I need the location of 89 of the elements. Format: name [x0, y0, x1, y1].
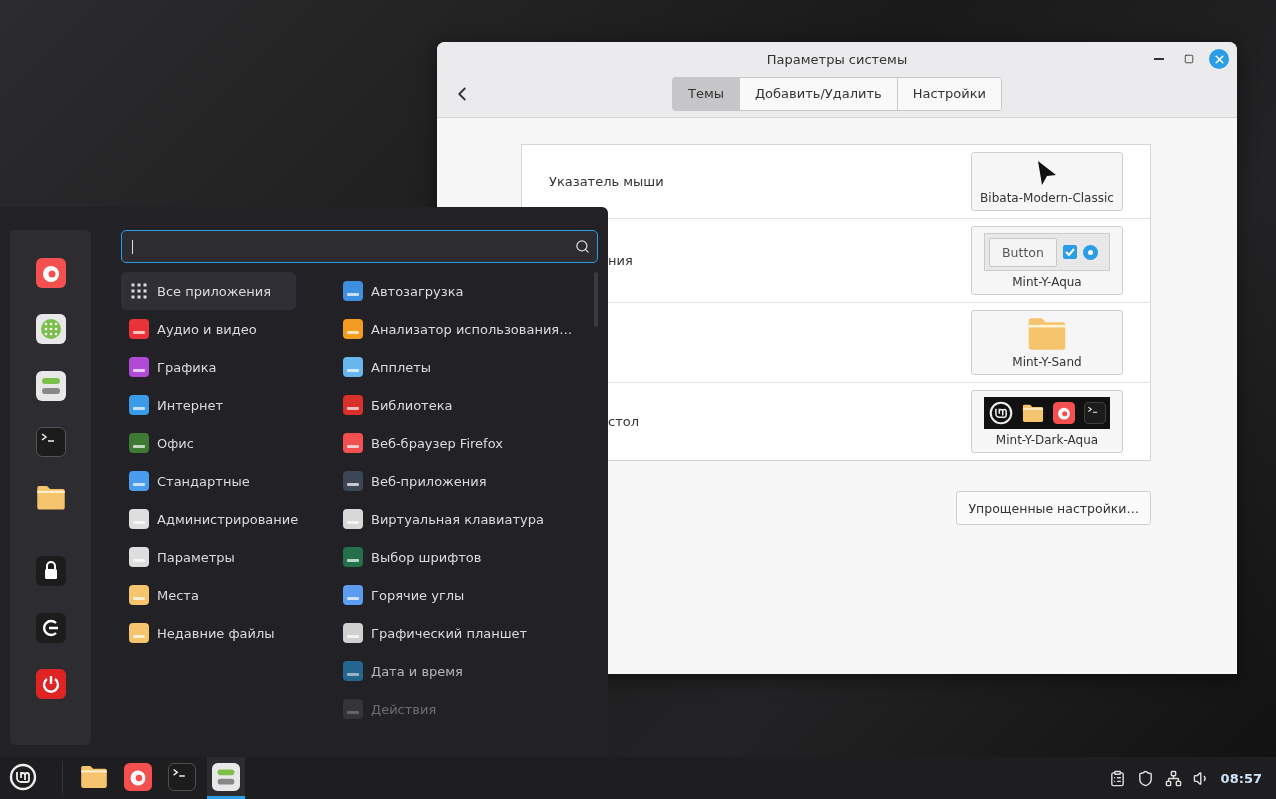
app-icon: [343, 699, 363, 719]
tab[interactable]: Добавить/Удалить: [738, 77, 897, 110]
logo-icon: [988, 401, 1013, 425]
window-title: Параметры системы: [766, 51, 908, 67]
logout-icon: [35, 612, 66, 643]
app-icon: [343, 433, 363, 453]
app-item[interactable]: Выбор шрифтов: [335, 538, 585, 576]
grid-dots-icon: [129, 281, 149, 301]
app-item[interactable]: Апплеты: [335, 348, 585, 386]
category-item[interactable]: Интернет: [121, 386, 296, 424]
taskbar-app[interactable]: [207, 757, 245, 799]
app-icon: [129, 357, 149, 377]
tab[interactable]: Настройки: [896, 77, 1002, 110]
theme-preview-button[interactable]: Button Mint-Y-Aqua: [971, 226, 1123, 295]
theme-preview-button[interactable]: Mint-Y-Sand: [971, 310, 1123, 375]
toggles-icon: [212, 762, 240, 791]
row-label: Указатель мыши: [548, 174, 664, 189]
folder-icon: [1027, 317, 1067, 351]
app-icon: [129, 433, 149, 453]
search-field[interactable]: [121, 230, 598, 263]
simple-settings-button[interactable]: Упрощенные настройки…: [956, 491, 1151, 525]
app-item[interactable]: Горячие углы: [335, 576, 585, 614]
app-grid-icon: [35, 314, 66, 345]
lock-icon: [35, 556, 66, 587]
row-label: ния: [607, 253, 633, 268]
app-icon: [343, 661, 363, 681]
app-icon: [343, 281, 363, 301]
app-item[interactable]: Анализатор использования…: [335, 310, 585, 348]
app-icon: [129, 547, 149, 567]
folder-icon: [1021, 403, 1044, 423]
clipboard-icon: [1108, 769, 1126, 787]
category-item[interactable]: Графика: [121, 348, 296, 386]
theme-name: Mint-Y-Sand: [1012, 355, 1082, 369]
terminal-icon: [1083, 402, 1106, 424]
app-icon: [129, 623, 149, 643]
app-icon: [343, 547, 363, 567]
app-icon: [343, 357, 363, 377]
theme-preview-button[interactable]: Bibata-Modern-Classic: [971, 152, 1123, 211]
cursor-icon: [1036, 159, 1058, 187]
power-icon: [35, 668, 66, 699]
folder-icon: [80, 764, 108, 789]
app-item[interactable]: Веб-приложения: [335, 462, 585, 500]
category-item[interactable]: Администрирование: [121, 500, 296, 538]
tab[interactable]: Темы: [672, 77, 739, 110]
theme-preview-button[interactable]: Mint-Y-Dark-Aqua: [971, 390, 1123, 453]
category-item[interactable]: Все приложения: [121, 272, 296, 310]
close-button[interactable]: [1209, 49, 1229, 69]
sample-button: Button: [989, 237, 1057, 267]
shield-icon: [1136, 769, 1154, 787]
app-item[interactable]: Виртуальная клавиатура: [335, 500, 585, 538]
app-icon: [129, 471, 149, 491]
app-icon: [343, 509, 363, 529]
theme-name: Mint-Y-Aqua: [1012, 275, 1082, 289]
toggles-icon: [35, 370, 66, 401]
network-icon: [1164, 769, 1182, 787]
clock[interactable]: 08:57: [1220, 770, 1262, 786]
category-item[interactable]: Параметры: [121, 538, 296, 576]
category-item[interactable]: Офис: [121, 424, 296, 462]
search-icon: [575, 239, 590, 254]
category-item[interactable]: Аудио и видео: [121, 310, 296, 348]
radio-icon: [1082, 244, 1098, 260]
category-item[interactable]: Недавние файлы: [121, 614, 296, 652]
theme-name: Mint-Y-Dark-Aqua: [995, 433, 1099, 447]
app-item[interactable]: Библиотека: [335, 386, 585, 424]
app-icon: [129, 585, 149, 605]
logo-icon: [9, 762, 37, 791]
category-item[interactable]: Стандартные: [121, 462, 296, 500]
theme-name: Bibata-Modern-Classic: [980, 191, 1114, 205]
app-icon: [343, 623, 363, 643]
row-label: стол: [607, 414, 639, 429]
app-icon: [343, 471, 363, 491]
app-icon: [343, 585, 363, 605]
app-item[interactable]: Дата и время: [335, 652, 585, 690]
maximize-icon: [1184, 54, 1194, 64]
app-icon: [343, 319, 363, 339]
folder-icon: [35, 485, 66, 511]
minimize-icon: [1154, 58, 1164, 60]
app-icon: [343, 395, 363, 415]
app-icon: [129, 395, 149, 415]
close-icon: [1212, 52, 1226, 66]
app-icon: [129, 319, 149, 339]
app-item[interactable]: Графический планшет: [335, 614, 585, 652]
app-item[interactable]: Автозагрузка: [335, 272, 585, 310]
checkbox-icon: [1062, 245, 1077, 259]
app-item[interactable]: Веб-браузер Firefox: [335, 424, 585, 462]
category-item[interactable]: Места: [121, 576, 296, 614]
app-icon: [129, 509, 149, 529]
terminal-icon: [35, 426, 66, 457]
terminal-icon: [168, 762, 196, 791]
